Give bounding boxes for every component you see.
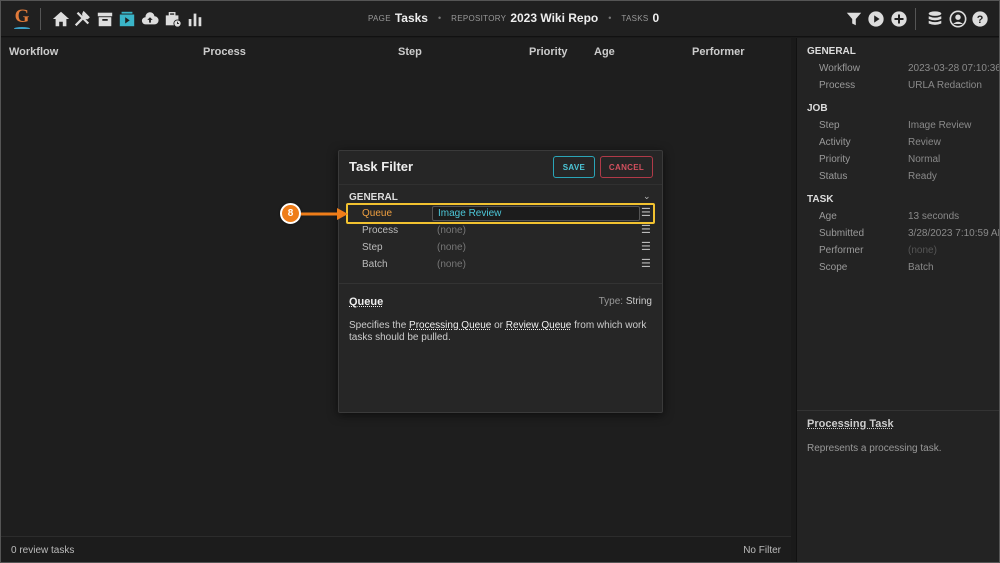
column-header-workflow[interactable]: Workflow bbox=[9, 46, 58, 58]
column-header-age[interactable]: Age bbox=[594, 46, 615, 58]
filter-label: Process bbox=[362, 225, 399, 236]
column-header-process[interactable]: Process bbox=[203, 46, 246, 58]
text: Specifies the bbox=[349, 320, 410, 331]
description-text: Specifies the Processing Queue or Review… bbox=[349, 320, 649, 344]
description-text: Represents a processing task. bbox=[807, 443, 942, 454]
cloud-upload-icon[interactable] bbox=[140, 9, 159, 28]
filter-row-process[interactable]: Process (none) ☰ bbox=[339, 223, 662, 239]
section-title-task: TASK bbox=[807, 194, 834, 205]
highlight-box bbox=[346, 203, 655, 224]
user-icon[interactable] bbox=[948, 9, 967, 28]
detail-value: 3/28/2023 7:10:59 AM bbox=[908, 228, 1000, 239]
help-icon[interactable]: ? bbox=[970, 9, 989, 28]
filter-row-batch[interactable]: Batch (none) ☰ bbox=[339, 257, 662, 273]
section-title-general: GENERAL bbox=[807, 46, 856, 57]
tasks-icon[interactable] bbox=[117, 9, 136, 28]
step-callout: 8 bbox=[280, 203, 301, 224]
tools-icon[interactable] bbox=[72, 9, 91, 28]
archive-icon[interactable] bbox=[95, 9, 114, 28]
details-panel: GENERAL Workflow 2023-03-28 07:10:36 AM … bbox=[796, 38, 1000, 563]
description-title[interactable]: Queue bbox=[349, 296, 383, 308]
description-title[interactable]: Processing Task bbox=[807, 418, 894, 430]
type-key: Type: bbox=[598, 296, 624, 307]
filter-label: Step bbox=[362, 242, 383, 253]
detail-value: 2023-03-28 07:10:36 AM bbox=[908, 63, 1000, 74]
task-count-text: 0 review tasks bbox=[11, 545, 75, 556]
add-icon[interactable] bbox=[889, 9, 908, 28]
divider bbox=[339, 184, 662, 185]
callout-arrow-icon bbox=[301, 208, 348, 220]
detail-value: URLA Redaction bbox=[908, 80, 982, 91]
task-filter-dialog: Task Filter SAVE CANCEL GENERAL ⌄ Queue … bbox=[338, 150, 663, 413]
detail-label: Status bbox=[819, 171, 848, 182]
filter-value[interactable]: (none) bbox=[437, 259, 466, 270]
menu-icon[interactable]: ☰ bbox=[641, 257, 651, 270]
database-icon[interactable] bbox=[925, 9, 944, 28]
status-bar: 0 review tasks No Filter bbox=[0, 536, 791, 563]
separator-dot: • bbox=[608, 13, 612, 23]
divider bbox=[797, 410, 1000, 411]
briefcase-clock-icon[interactable] bbox=[163, 9, 182, 28]
filter-icon[interactable] bbox=[844, 9, 863, 28]
dialog-title: Task Filter bbox=[349, 159, 414, 174]
logo-letter: G bbox=[14, 6, 30, 27]
detail-value: Normal bbox=[908, 154, 941, 165]
detail-value: Image Review bbox=[908, 120, 972, 131]
filter-label: Batch bbox=[362, 259, 388, 270]
cancel-button[interactable]: CANCEL bbox=[600, 156, 653, 178]
page-info: PAGE Tasks • REPOSITORY 2023 Wiki Repo • TASKS… bbox=[368, 11, 659, 25]
detail-label: Performer bbox=[819, 245, 864, 256]
table-header: Workflow Process Step Priority Age Perfo… bbox=[0, 38, 791, 66]
detail-value: 13 seconds bbox=[908, 211, 960, 222]
repo-value: 2023 Wiki Repo bbox=[510, 11, 599, 25]
tasks-label: TASKS bbox=[621, 14, 649, 23]
section-title-job: JOB bbox=[807, 103, 828, 114]
detail-value: Batch bbox=[908, 262, 934, 273]
save-button[interactable]: SAVE bbox=[553, 156, 595, 178]
detail-value: Review bbox=[908, 137, 941, 148]
page-label: PAGE bbox=[368, 14, 391, 23]
detail-value: (none) bbox=[908, 245, 937, 256]
detail-label: Age bbox=[819, 211, 837, 222]
app-logo[interactable]: G bbox=[12, 7, 32, 31]
filter-status[interactable]: No Filter bbox=[743, 545, 781, 556]
divider bbox=[915, 8, 916, 30]
text: or bbox=[491, 320, 506, 331]
play-icon[interactable] bbox=[866, 9, 885, 28]
section-title-general: GENERAL bbox=[349, 192, 398, 203]
separator-dot: • bbox=[437, 13, 442, 23]
filter-row-step[interactable]: Step (none) ☰ bbox=[339, 240, 662, 256]
page-value: Tasks bbox=[394, 11, 428, 25]
filter-value[interactable]: (none) bbox=[437, 225, 466, 236]
column-header-priority[interactable]: Priority bbox=[529, 46, 568, 58]
top-bar: G PAGE Tasks • REPOSITORY 2023 Wiki Repo • TAS… bbox=[0, 0, 1000, 37]
detail-value: Ready bbox=[908, 171, 937, 182]
detail-label: Workflow bbox=[819, 63, 860, 74]
detail-label: Activity bbox=[819, 137, 851, 148]
divider bbox=[339, 283, 662, 284]
tasks-count: 0 bbox=[652, 11, 660, 25]
detail-label: Step bbox=[819, 120, 840, 131]
detail-label: Submitted bbox=[819, 228, 865, 239]
divider bbox=[40, 8, 41, 30]
type-value: String bbox=[625, 296, 652, 307]
review-queue-link[interactable]: Review Queue bbox=[506, 320, 572, 331]
home-icon[interactable] bbox=[51, 9, 70, 28]
logo-wave bbox=[14, 27, 30, 30]
detail-label: Process bbox=[819, 80, 856, 91]
column-header-step[interactable]: Step bbox=[398, 46, 422, 58]
chevron-down-icon[interactable]: ⌄ bbox=[643, 191, 651, 202]
repo-label: REPOSITORY bbox=[451, 14, 507, 23]
menu-icon[interactable]: ☰ bbox=[641, 223, 651, 236]
filter-value[interactable]: (none) bbox=[437, 242, 466, 253]
svg-text:?: ? bbox=[976, 14, 983, 26]
bar-chart-icon[interactable] bbox=[185, 9, 204, 28]
type-info: Type: String bbox=[599, 296, 652, 307]
processing-queue-link[interactable]: Processing Queue bbox=[409, 320, 491, 331]
column-header-performer[interactable]: Performer bbox=[692, 46, 745, 58]
menu-icon[interactable]: ☰ bbox=[641, 240, 651, 253]
detail-label: Priority bbox=[819, 154, 851, 165]
detail-label: Scope bbox=[819, 262, 848, 273]
